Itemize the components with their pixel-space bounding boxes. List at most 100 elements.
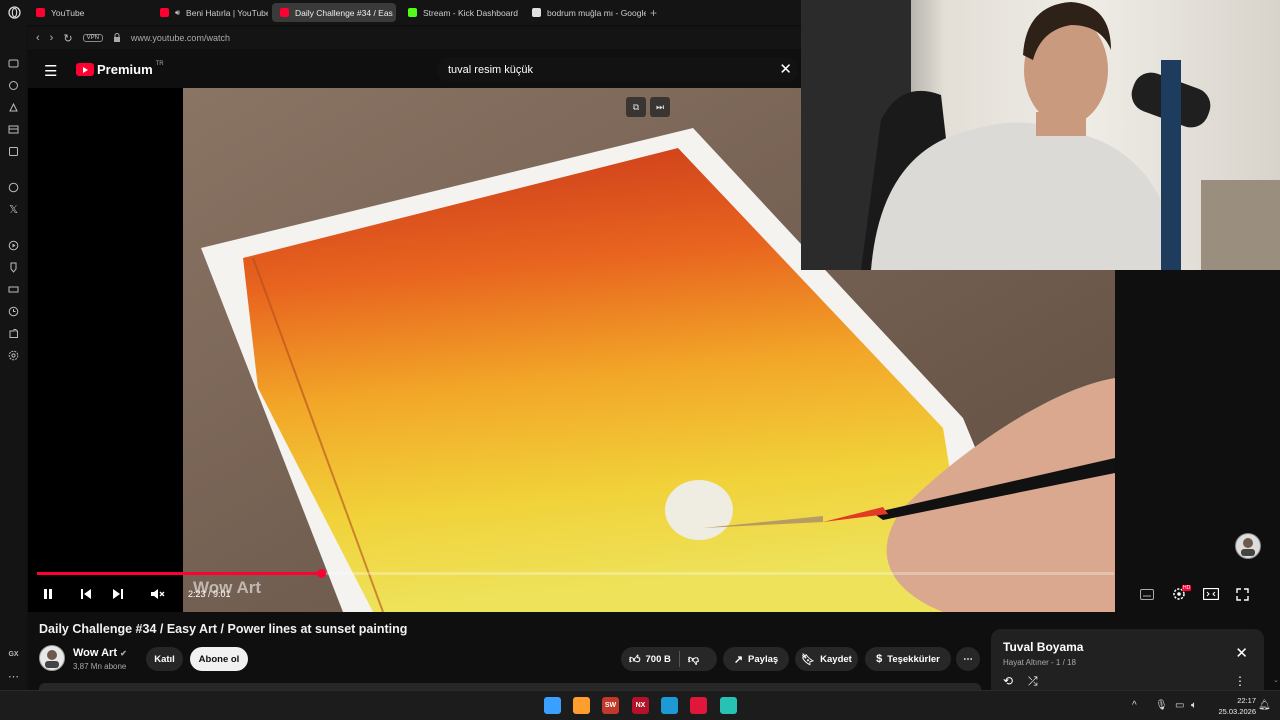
skip-icon[interactable]: ⏭: [650, 97, 670, 117]
time-text: 2:23 / 9:01: [188, 589, 231, 599]
pause-button[interactable]: [42, 584, 54, 604]
nx-icon[interactable]: NX: [632, 697, 649, 714]
play-icon[interactable]: [6, 237, 22, 253]
like-count[interactable]: 700 B: [646, 654, 671, 665]
thanks-button[interactable]: $ Teşekkürler: [865, 647, 951, 671]
network-icon[interactable]: ▭: [1175, 700, 1184, 711]
mute-button[interactable]: [150, 584, 166, 604]
bookmark-icon: 🔖︎: [801, 653, 816, 666]
clock-date: 25.03.2026: [1218, 707, 1256, 716]
channel-avatar[interactable]: [39, 645, 65, 671]
tab-audio-icon[interactable]: 🔊︎: [175, 8, 180, 18]
settings-icon[interactable]: [6, 347, 22, 363]
share-button[interactable]: ↗ Paylaş: [723, 647, 789, 671]
fullscreen-button[interactable]: [1236, 584, 1249, 604]
save-button[interactable]: 🔖︎ Kaydet: [795, 647, 858, 671]
lock-icon: [113, 32, 121, 44]
tab-label: YouTube: [51, 7, 85, 18]
refresh-icon[interactable]: [6, 77, 22, 93]
video-title: Daily Challenge #34 / Easy Art / Power l…: [39, 622, 408, 636]
store-icon[interactable]: [720, 697, 737, 714]
loop-icon[interactable]: ⟲: [1003, 674, 1013, 688]
edge-icon[interactable]: [661, 697, 678, 714]
extensions-icon[interactable]: [6, 325, 22, 341]
channel-name[interactable]: Wow Art: [73, 647, 117, 659]
sw-2025-icon[interactable]: SW: [602, 697, 619, 714]
reload-icon[interactable]: ↻: [63, 32, 72, 45]
scroll-arrow-icon[interactable]: ⌄: [1273, 676, 1279, 684]
time-display: 2:23 / 9:01: [188, 584, 231, 604]
gx-label[interactable]: GX: [8, 651, 18, 658]
tray-overflow-icon[interactable]: ^: [1132, 700, 1137, 711]
windows-taskbar: SW NX ^ 🎙︎ ▭ 🔈︎ 22:17 25.03.2026 🔔︎: [0, 690, 1280, 720]
tab-favicon-icon: [280, 8, 289, 17]
dislike-icon[interactable]: 👎︎: [688, 653, 699, 666]
progress-played: [37, 572, 322, 575]
menu-icon[interactable]: ☰: [44, 62, 57, 80]
previous-button[interactable]: [80, 584, 92, 604]
music-icon[interactable]: [6, 143, 22, 159]
youtube-premium-logo[interactable]: Premium TR: [76, 60, 164, 77]
like-dislike-group: 👍︎ 700 B 👎︎: [621, 647, 717, 671]
volume-icon[interactable]: 🔈︎: [1191, 700, 1197, 711]
join-button[interactable]: Katıl: [146, 647, 183, 671]
back-icon[interactable]: ‹: [36, 32, 40, 44]
browser-tab[interactable]: YouTube: [28, 3, 148, 22]
clock-time: 22:17: [1237, 696, 1256, 705]
subtitles-button[interactable]: [1140, 584, 1154, 604]
browser-tab[interactable]: Daily Challenge #34 / Eas: [272, 3, 396, 22]
logo-text: Premium: [97, 62, 153, 77]
region-code: TR: [155, 60, 164, 67]
url-field[interactable]: www.youtube.com/watch: [131, 33, 230, 43]
windows-start-icon[interactable]: [544, 697, 561, 714]
search-input[interactable]: tuval resim küçük ✕: [437, 57, 798, 82]
tab-favicon-icon: [532, 8, 541, 17]
divider: [678, 651, 680, 667]
channel-name-row[interactable]: Wow Art ✔: [73, 647, 127, 659]
subscribe-button[interactable]: Abone ol: [190, 647, 248, 671]
flow-icon[interactable]: [6, 99, 22, 115]
more-icon: ⋯: [963, 653, 973, 665]
next-button[interactable]: [112, 584, 124, 604]
search-value: tuval resim küçük: [448, 63, 533, 76]
webcam-overlay: [801, 0, 1280, 270]
clear-search-icon[interactable]: ✕: [779, 60, 792, 78]
like-icon[interactable]: 👍︎: [629, 653, 641, 666]
wallet-icon[interactable]: [6, 121, 22, 137]
microphone-icon[interactable]: 🎙︎: [1155, 700, 1168, 711]
lightbulb-icon[interactable]: [6, 259, 22, 275]
app-label: SW: [604, 702, 617, 709]
opera-gx-logo-icon[interactable]: [0, 6, 28, 19]
notification-bell-icon[interactable]: 🔔︎: [1258, 700, 1271, 711]
tab-label: Stream - Kick Dashboard: [423, 7, 518, 18]
app-label: NX: [635, 702, 646, 709]
close-playlist-icon[interactable]: ✕: [1235, 644, 1248, 662]
save-label: Kaydet: [820, 653, 852, 665]
forward-icon[interactable]: ›: [50, 32, 54, 44]
shuffle-icon[interactable]: ⤮: [1028, 674, 1038, 689]
progress-bar[interactable]: [37, 569, 1114, 578]
browser-tab[interactable]: bodrum muğla mı - Google: [524, 3, 646, 22]
opera-gx-icon[interactable]: [690, 697, 707, 714]
sidebar-more-icon[interactable]: ⋯: [8, 670, 19, 683]
more-actions-button[interactable]: ⋯: [956, 647, 980, 671]
playlist-title[interactable]: Tuval Boyama: [1003, 640, 1083, 654]
playlist-more-icon[interactable]: ⋮: [1234, 674, 1246, 688]
file-explorer-icon[interactable]: [573, 697, 590, 714]
miniplayer-icon[interactable]: ⧉: [626, 97, 646, 117]
tab-favicon-icon: [36, 8, 45, 17]
history-icon[interactable]: [6, 303, 22, 319]
settings-gear-button[interactable]: HD: [1172, 584, 1192, 604]
system-clock[interactable]: 22:17 25.03.2026: [1208, 695, 1256, 717]
address-bar: ‹ › ↻ VPN www.youtube.com/watch: [28, 27, 801, 49]
theater-mode-button[interactable]: [1203, 584, 1219, 604]
messenger-icon[interactable]: [6, 55, 22, 71]
browser-tab[interactable]: 🔊︎ Beni Hatırla | YouTube: [152, 3, 268, 22]
x-icon[interactable]: 𝕏: [6, 201, 22, 217]
channel-watermark-avatar[interactable]: [1235, 533, 1261, 559]
discord-icon[interactable]: [6, 179, 22, 195]
vpn-badge[interactable]: VPN: [82, 34, 103, 42]
browser-tab[interactable]: Stream - Kick Dashboard: [400, 3, 520, 22]
hard-drive-icon[interactable]: [6, 281, 22, 297]
new-tab-icon[interactable]: +: [650, 6, 657, 20]
